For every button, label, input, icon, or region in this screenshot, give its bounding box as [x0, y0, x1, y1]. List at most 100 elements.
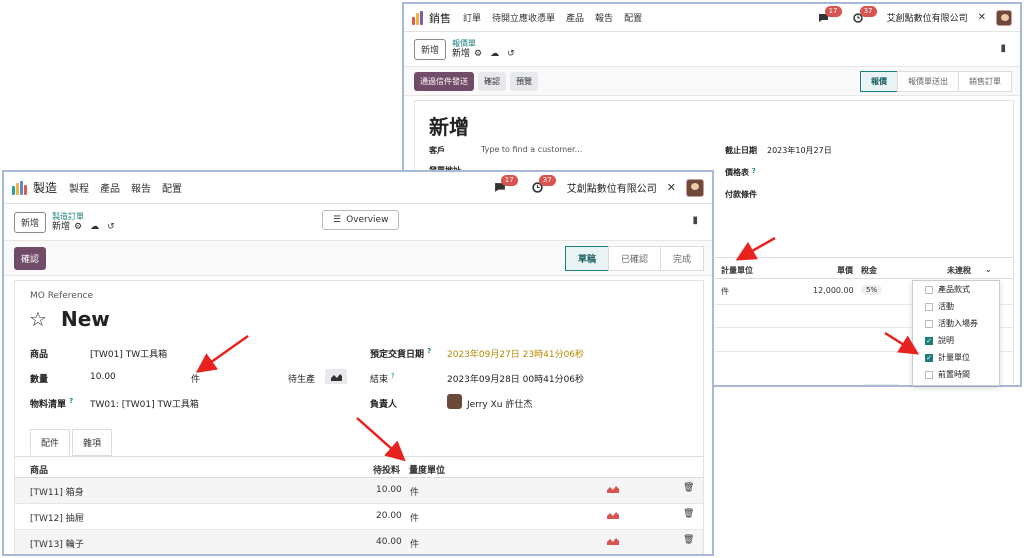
column-option-event[interactable]: 活動 [913, 298, 999, 315]
customer-input[interactable]: Type to find a customer... [481, 145, 582, 154]
breadcrumb-manufacturing-orders[interactable]: 製造訂單 [52, 211, 115, 222]
order-lines-header: 計量單位 單價 稅金 未連稅 ⌄ [715, 257, 1013, 279]
sales-app-icon[interactable] [412, 10, 423, 25]
stage-quotation-sent[interactable]: 報價單送出 [897, 70, 959, 92]
column-option-event-ticket[interactable]: 活動入場券 [913, 315, 999, 332]
scheduled-date-label: 預定交貨日期 ? [370, 347, 432, 360]
breadcrumb-quotations[interactable]: 報價單 [452, 38, 515, 49]
app-name[interactable]: 銷售 [429, 10, 451, 26]
nav-products[interactable]: 產品 [100, 180, 120, 195]
bookmark-icon[interactable]: ▮ [692, 215, 698, 226]
user-avatar[interactable] [686, 178, 704, 197]
preview-button[interactable]: 預覽 [510, 71, 538, 91]
quantity-input[interactable]: 10.00 [90, 372, 116, 382]
gear-icon[interactable]: ⚙ [74, 222, 82, 233]
col-subtotal[interactable]: 未連稅 [947, 265, 971, 276]
sales-navbar: 銷售 訂單 待開立應收憑單 產品 報告 配置 17 37 艾創點數位有限公司 ✕ [404, 4, 1020, 32]
checkbox-checked-icon[interactable]: ✓ [925, 336, 933, 345]
product-value[interactable]: [TW01] TW工具箱 [90, 347, 167, 360]
overview-button[interactable]: ☰ Overview [322, 210, 400, 230]
checkbox-icon[interactable] [925, 302, 933, 311]
stage-draft[interactable]: 草稿 [564, 245, 609, 271]
checkbox-checked-icon[interactable]: ✓ [925, 353, 933, 362]
company-switcher[interactable]: 艾創點數位有限公司 [887, 11, 968, 24]
nav-reporting[interactable]: 報告 [595, 11, 613, 24]
nav-reporting[interactable]: 報告 [131, 180, 151, 195]
user-avatar[interactable] [996, 9, 1012, 26]
new-button[interactable]: 新增 [414, 38, 447, 60]
nav-products[interactable]: 產品 [566, 11, 584, 24]
nav-operations[interactable]: 製程 [69, 180, 89, 195]
components-table-header: 商品 待投料 量度單位 [15, 456, 703, 478]
nav-orders[interactable]: 訂單 [463, 11, 481, 24]
activity-clock-icon[interactable]: 37 [532, 175, 556, 193]
stage-done[interactable]: 完成 [659, 245, 704, 271]
bom-value[interactable]: TW01: [TW01] TW工具箱 [90, 397, 199, 410]
quantity-uom[interactable]: 件 [191, 372, 200, 385]
nav-configuration[interactable]: 配置 [624, 11, 642, 24]
debug-tools-icon[interactable]: ✕ [978, 12, 986, 23]
col-uom[interactable]: 量度單位 [409, 463, 445, 476]
tab-miscellaneous[interactable]: 雜項 [72, 429, 113, 456]
col-to-consume[interactable]: 待投料 [373, 463, 400, 476]
expiration-value[interactable]: 2023年10月27日 [767, 145, 832, 156]
delete-row-icon[interactable]: 🗑 [683, 509, 694, 519]
manufacturing-window: 製造 製程 產品 報告 配置 17 37 艾創點數位有限公司 ✕ 新增 製造訂單… [2, 170, 714, 556]
confirm-button[interactable]: 確認 [14, 246, 47, 270]
activity-clock-icon[interactable]: 37 [852, 5, 877, 23]
discard-icon[interactable]: ↺ [507, 49, 515, 60]
chat-icon[interactable]: 17 [494, 175, 518, 193]
tab-components[interactable]: 配件 [30, 429, 71, 456]
nav-to-invoice[interactable]: 待開立應收憑單 [492, 11, 555, 24]
forecast-chart-icon[interactable] [607, 510, 619, 519]
delete-row-icon[interactable]: 🗑 [683, 535, 694, 545]
checkbox-icon[interactable] [925, 319, 933, 328]
app-name[interactable]: 製造 [33, 179, 57, 196]
table-row[interactable]: [TW11] 箱身 10.00 件 🗑 [15, 478, 703, 504]
nav-configuration[interactable]: 配置 [162, 180, 182, 195]
cloud-save-icon[interactable]: ☁ [90, 222, 99, 233]
product-label: 商品 [30, 350, 49, 360]
gear-icon[interactable]: ⚙ [474, 49, 482, 60]
table-row[interactable]: [TW13] 輪子 40.00 件 🗑 [15, 530, 703, 554]
column-option-lead-time[interactable]: 前置時間 [913, 366, 999, 383]
end-date-value[interactable]: 2023年09月28日 00時41分06秒 [447, 372, 584, 385]
sales-control-panel: 新增 報價單 新增 ⚙ ☁ ↺ ▮ [404, 32, 1020, 66]
column-option-uom[interactable]: ✓ 計量單位 [913, 349, 999, 366]
forecast-chart-icon[interactable] [607, 484, 619, 493]
confirm-button[interactable]: 確認 [478, 71, 506, 91]
priority-star-icon[interactable]: ☆ [29, 307, 47, 331]
column-option-product-variant[interactable]: 產品款式 [913, 281, 999, 298]
checkbox-icon[interactable] [925, 285, 933, 294]
column-option-description[interactable]: ✓ 說明 [913, 332, 999, 349]
col-uom[interactable]: 計量單位 [721, 265, 753, 276]
bookmark-icon[interactable]: ▮ [1000, 43, 1006, 54]
send-email-button[interactable]: 通過信件發送 [414, 71, 474, 91]
forecast-chart-button[interactable] [325, 369, 347, 384]
responsible-value[interactable]: Jerry Xu 許仕杰 [467, 397, 532, 410]
payment-terms-label: 付款條件 [725, 190, 757, 199]
company-switcher[interactable]: 艾創點數位有限公司 [567, 180, 657, 195]
manufacturing-app-icon[interactable] [12, 180, 27, 195]
debug-tools-icon[interactable]: ✕ [667, 181, 676, 194]
checkbox-icon[interactable] [925, 370, 933, 379]
new-button[interactable]: 新增 [14, 211, 47, 233]
stage-quotation[interactable]: 報價 [860, 70, 898, 92]
chat-icon[interactable]: 17 [818, 5, 842, 23]
stage-sales-order[interactable]: 銷售訂單 [958, 70, 1012, 92]
column-toggle-icon[interactable]: ⌄ [985, 265, 992, 274]
delete-row-icon[interactable]: 🗑 [683, 483, 694, 493]
discard-icon[interactable]: ↺ [107, 222, 115, 233]
cloud-save-icon[interactable]: ☁ [490, 49, 499, 60]
breadcrumb-current: 新增 [452, 49, 471, 59]
scheduled-date-value[interactable]: 2023年09月27日 23時41分06秒 [447, 347, 584, 360]
stage-confirmed[interactable]: 已確認 [607, 245, 661, 271]
table-row[interactable]: [TW12] 抽屜 20.00 件 🗑 [15, 504, 703, 530]
col-tax[interactable]: 稅金 [861, 265, 877, 276]
row-uom: 件 [410, 514, 420, 524]
col-product[interactable]: 商品 [30, 463, 48, 476]
col-unit-price[interactable]: 單價 [837, 265, 853, 276]
forecast-chart-icon[interactable] [607, 536, 619, 545]
end-date-label: 結束 ? [370, 372, 395, 385]
row-qty: 10.00 [376, 485, 402, 495]
